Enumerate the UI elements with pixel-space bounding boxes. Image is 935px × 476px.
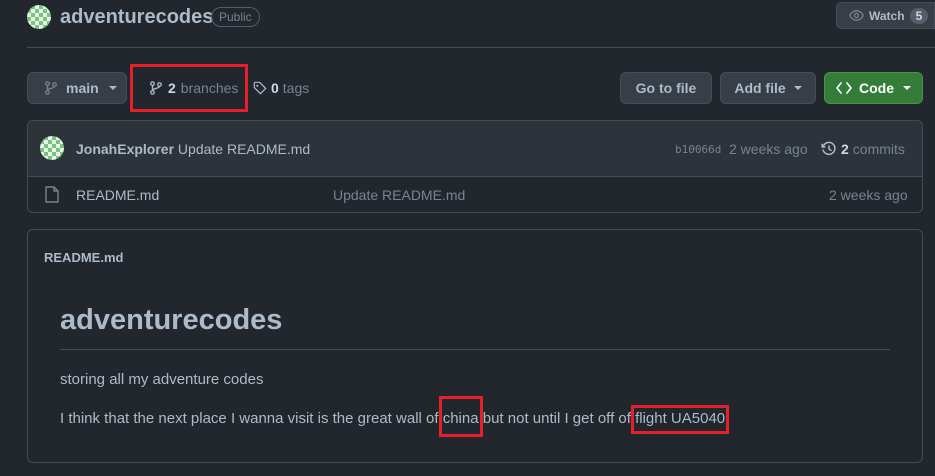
highlighted-flight-number: flight UA5040 [635, 410, 726, 427]
readme-heading-divider [60, 349, 890, 350]
git-branch-icon [149, 81, 163, 95]
code-icon [836, 81, 852, 95]
branches-link[interactable]: 2 branches [149, 80, 238, 96]
commit-time: 2 weeks ago [729, 141, 808, 157]
author-avatar[interactable] [40, 136, 64, 160]
commits-label: commits [852, 141, 905, 157]
go-to-file-button[interactable]: Go to file [620, 72, 712, 104]
readme-line-1: storing all my adventure codes [60, 371, 264, 388]
highlighted-word-china: china [442, 410, 479, 427]
code-button[interactable]: Code [824, 72, 923, 104]
tags-link[interactable]: 0 tags [253, 80, 309, 96]
commit-hash[interactable]: b10066d [675, 143, 721, 156]
go-to-file-label: Go to file [635, 80, 697, 96]
branch-select-button[interactable]: main [27, 72, 127, 104]
repo-name[interactable]: adventurecodes [60, 6, 213, 29]
git-branch-icon [44, 81, 58, 95]
tags-label: tags [282, 80, 310, 96]
add-file-label: Add file [734, 80, 786, 96]
chevron-down-icon [793, 86, 802, 90]
file-commit-time: 2 weeks ago [829, 187, 908, 203]
file-commit-message[interactable]: Update README.md [333, 187, 465, 203]
branches-count: 2 [168, 80, 176, 96]
commit-message[interactable]: Update README.md [178, 141, 310, 157]
readme-heading: adventurecodes [60, 304, 283, 336]
file-name[interactable]: README.md [76, 187, 159, 203]
commit-summary: JonahExplorer Update README.md [76, 141, 310, 157]
add-file-button[interactable]: Add file [720, 72, 816, 104]
branch-name: main [66, 80, 99, 96]
history-icon [821, 141, 837, 157]
watch-count: 5 [909, 7, 929, 24]
watch-button[interactable]: Watch 5 [836, 2, 935, 29]
chevron-down-icon [108, 86, 117, 90]
commits-link[interactable]: 2 commits [821, 141, 905, 157]
branches-label: branches [180, 80, 239, 96]
visibility-badge: Public [211, 7, 260, 27]
tags-count: 0 [271, 80, 279, 96]
readme-line-2: I think that the next place I wanna visi… [60, 410, 725, 427]
file-row[interactable]: README.md Update README.md 2 weeks ago [28, 177, 922, 212]
eye-icon [849, 8, 864, 23]
header-divider [27, 47, 935, 48]
chevron-down-icon [903, 86, 911, 90]
readme-line-2-start: I think that the next place I wanna visi… [60, 410, 443, 427]
repo-owner-avatar[interactable] [27, 5, 51, 29]
commit-author[interactable]: JonahExplorer [76, 141, 174, 157]
watch-label: Watch [869, 8, 905, 23]
readme-line-2-middle: but not until I get off of [478, 410, 636, 427]
readme-panel [27, 229, 923, 463]
tag-icon [253, 81, 267, 95]
file-icon [45, 186, 59, 203]
readme-filename[interactable]: README.md [44, 250, 123, 265]
commits-count: 2 [841, 141, 849, 157]
code-label: Code [859, 80, 894, 96]
